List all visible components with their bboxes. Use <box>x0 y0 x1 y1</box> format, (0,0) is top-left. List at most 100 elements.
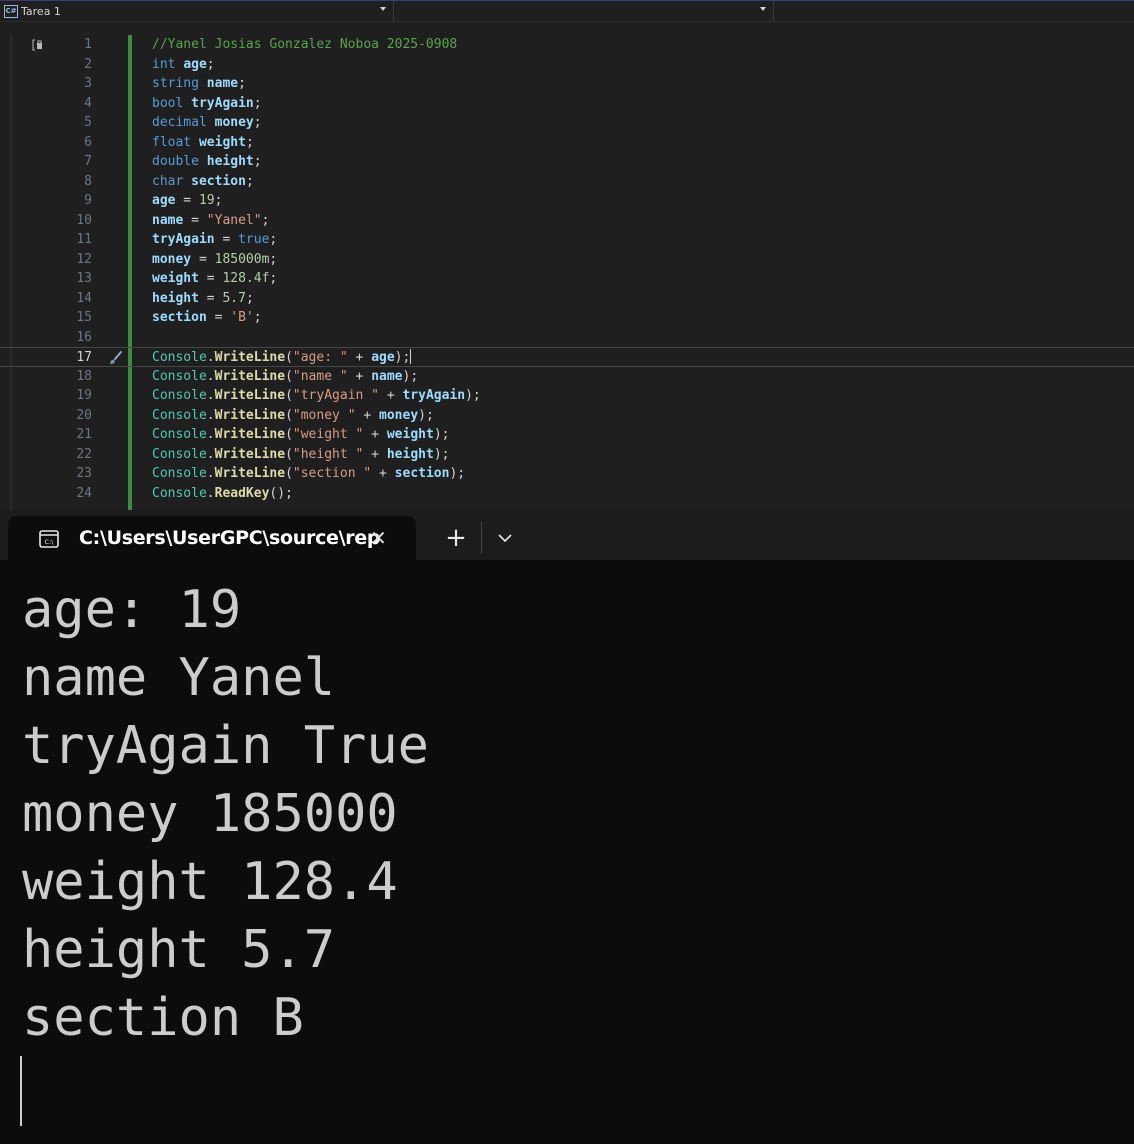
code-text: Console.WriteLine("section " + section); <box>152 464 465 484</box>
code-line[interactable]: 16 <box>0 328 1134 348</box>
paintbrush-icon[interactable] <box>108 350 124 366</box>
code-token: . <box>206 466 215 481</box>
line-number: 6 <box>84 134 92 150</box>
code-token: money <box>214 115 254 130</box>
code-token: "money " <box>292 407 356 423</box>
code-token: age <box>371 350 395 365</box>
line-number: 18 <box>76 368 92 384</box>
code-text: int age; <box>152 55 215 75</box>
output-line: name Yanel <box>22 648 336 708</box>
code-token: "height " <box>292 446 364 462</box>
code-token: //Yanel Josias Gonzalez Noboa 2025-0908 <box>152 37 458 52</box>
code-line[interactable]: 11 tryAgain = true; <box>0 230 1134 250</box>
code-token: = <box>198 271 223 286</box>
close-icon[interactable]: ✕ <box>370 516 387 560</box>
line-number: 16 <box>76 329 92 345</box>
code-token: ); <box>402 368 419 384</box>
line-number: 1 <box>84 37 92 52</box>
code-token: ; <box>214 193 223 208</box>
code-token: WriteLine <box>214 446 286 462</box>
code-token: age <box>152 193 176 208</box>
code-token: 'B' <box>230 310 254 325</box>
code-line[interactable]: 19 Console.WriteLine("tryAgain " + tryAga… <box>0 386 1134 406</box>
code-line[interactable]: 18 Console.WriteLine("name " + name); <box>0 367 1134 387</box>
code-line[interactable]: 12 money = 185000m; <box>0 250 1134 270</box>
code-line[interactable]: 23 Console.WriteLine("section " + section… <box>0 464 1134 484</box>
code-token: WriteLine <box>214 407 286 423</box>
code-token: height <box>206 154 254 169</box>
code-token: height <box>386 446 434 462</box>
line-number: 9 <box>84 193 92 208</box>
text-cursor <box>410 349 412 364</box>
code-line[interactable]: 7 double height; <box>0 152 1134 172</box>
code-token: . <box>206 446 215 462</box>
svg-text:C:\: C:\ <box>45 538 55 546</box>
code-line[interactable]: 13 weight = 128.4f; <box>0 269 1134 289</box>
code-line[interactable]: 10 name = "Yanel"; <box>0 211 1134 231</box>
code-token: tryAgain <box>191 95 254 111</box>
project-dropdown[interactable]: C# Tarea 1 <box>0 1 394 21</box>
terminal-tab[interactable]: C:\ C:\Users\UserGPC\source\rep ✕ <box>8 516 416 560</box>
code-token: ; <box>253 154 262 169</box>
code-token: Console <box>152 427 207 442</box>
csharp-file-icon: C# <box>4 4 18 18</box>
code-text: decimal money; <box>152 113 262 133</box>
code-token: WriteLine <box>214 466 286 481</box>
code-line[interactable]: 17 Console.WriteLine("age: " + age); <box>0 347 1134 367</box>
code-token: "weight " <box>292 427 364 442</box>
code-text: name = "Yanel"; <box>152 211 269 231</box>
code-line[interactable]: 4 bool tryAgain; <box>0 94 1134 114</box>
code-token: = <box>183 212 207 228</box>
code-token: ; <box>253 310 262 325</box>
code-line[interactable]: 1 //Yanel Josias Gonzalez Noboa 2025-0908 <box>0 35 1134 55</box>
code-line[interactable]: 9 age = 19; <box>0 191 1134 211</box>
code-token: "age: " <box>292 350 348 365</box>
code-line[interactable]: 8 char section; <box>0 172 1134 192</box>
output-line: section B <box>22 988 304 1048</box>
code-line[interactable]: 5 decimal money; <box>0 113 1134 133</box>
code-editor: C# Tarea 1 1 //Yanel Josias Gonzalez Nobo… <box>0 0 1134 510</box>
member-dropdown[interactable] <box>394 1 774 21</box>
code-token: . <box>206 368 215 384</box>
code-text: money = 185000m; <box>152 250 277 270</box>
code-text: section = 'B'; <box>152 308 262 328</box>
code-token: ); <box>433 427 450 442</box>
code-text: float weight; <box>152 133 254 153</box>
code-token: 185000m <box>214 251 270 267</box>
code-line[interactable]: 21 Console.WriteLine("weight " + weight); <box>0 425 1134 445</box>
code-token: . <box>206 350 215 365</box>
code-line[interactable]: 2 int age; <box>0 55 1134 75</box>
output-line: age: 19 <box>22 580 242 640</box>
code-line[interactable]: 24 Console.ReadKey(); <box>0 484 1134 504</box>
code-line[interactable]: 3 string name; <box>0 74 1134 94</box>
line-number: 3 <box>84 76 92 91</box>
code-token: ( <box>285 368 293 384</box>
new-tab-button[interactable]: + <box>444 518 468 558</box>
code-token: int <box>152 56 176 72</box>
code-text: weight = 128.4f; <box>152 269 277 289</box>
code-token: . <box>206 427 215 442</box>
code-line[interactable]: 6 float weight; <box>0 133 1134 153</box>
code-area[interactable]: 1 //Yanel Josias Gonzalez Noboa 2025-0908… <box>0 35 1134 510</box>
code-text: string name; <box>152 74 246 94</box>
code-text: Console.WriteLine("weight " + weight); <box>152 425 449 445</box>
line-number: 11 <box>76 232 92 247</box>
code-line[interactable]: 22 Console.WriteLine("height " + height); <box>0 445 1134 465</box>
code-line[interactable]: 14 height = 5.7; <box>0 289 1134 309</box>
code-text: Console.ReadKey(); <box>152 484 293 504</box>
chevron-down-icon[interactable] <box>494 518 516 558</box>
output-line: tryAgain True <box>22 716 429 776</box>
code-line[interactable]: 20 Console.WriteLine("money " + money); <box>0 406 1134 426</box>
line-number: 7 <box>84 154 92 169</box>
code-token: tryAgain <box>402 388 466 403</box>
code-line[interactable]: 15 section = 'B'; <box>0 308 1134 328</box>
terminal-output: age: 19 name Yanel tryAgain True money 1… <box>22 576 429 1052</box>
code-text: //Yanel Josias Gonzalez Noboa 2025-0908 <box>152 35 457 55</box>
code-text: Console.WriteLine("height " + height); <box>152 445 449 465</box>
code-token: = <box>214 232 239 247</box>
